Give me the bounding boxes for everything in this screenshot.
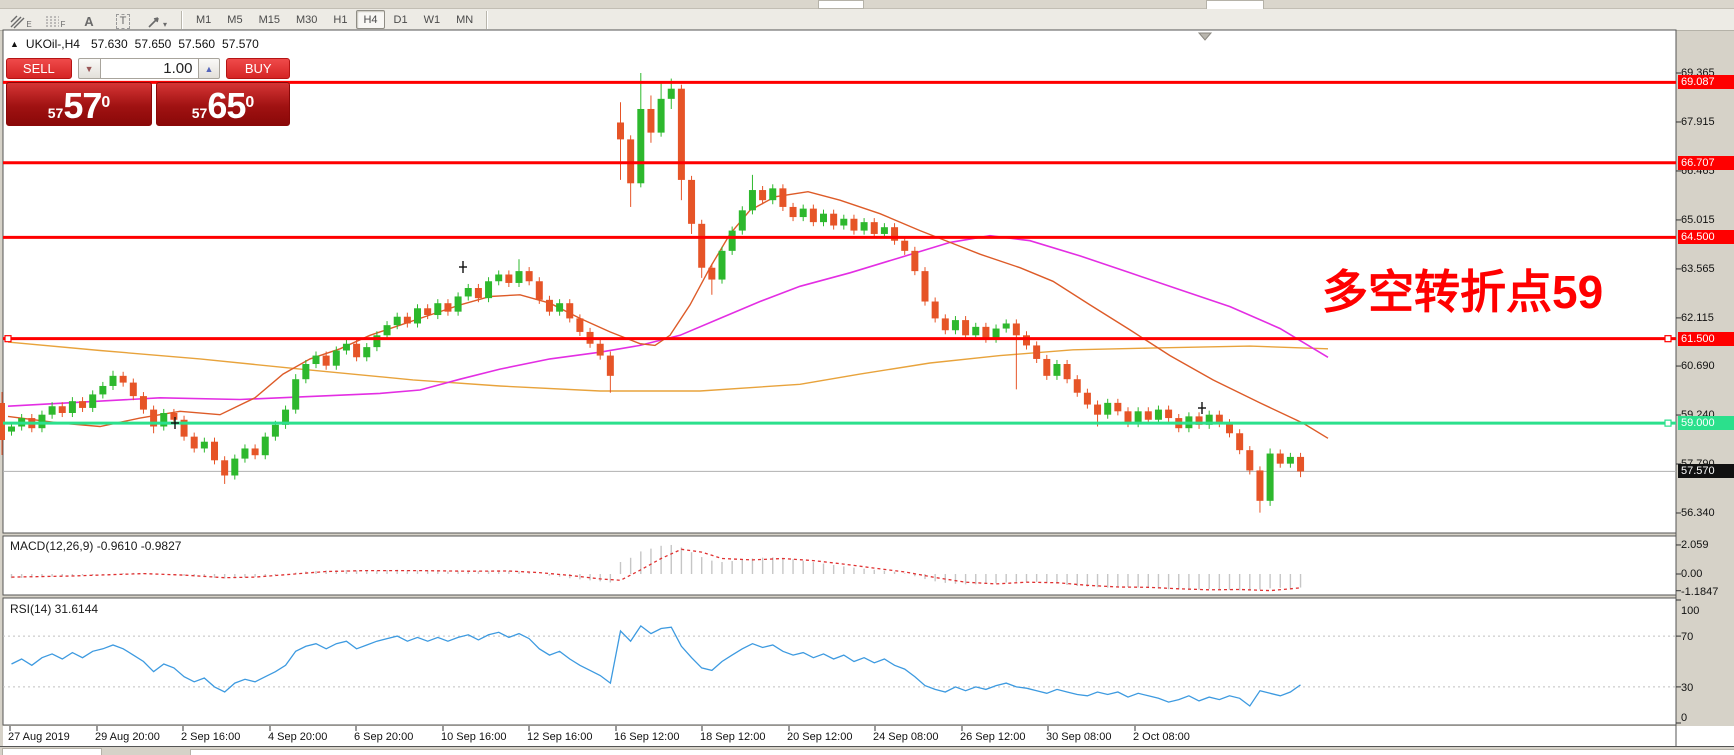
x-axis-date-label: 27 Aug 2019: [8, 731, 70, 743]
x-axis-date-label: 12 Sep 16:00: [527, 731, 592, 743]
collapse-triangle-icon[interactable]: ▲: [10, 39, 19, 49]
price-level-badge: 61.500: [1678, 332, 1734, 346]
macd-scale-label: 0.00: [1681, 568, 1702, 580]
buy-price-prefix: 57: [192, 103, 208, 123]
x-axis-date-label: 20 Sep 12:00: [787, 731, 852, 743]
x-axis-date-label: 2 Sep 16:00: [181, 731, 240, 743]
x-axis-date-label: 29 Aug 20:00: [95, 731, 160, 743]
rsi-scale-label: 30: [1681, 682, 1693, 694]
ohlc-high: 57.650: [135, 37, 172, 51]
sell-price-big: 57: [63, 89, 101, 123]
buy-price-big: 65: [207, 89, 245, 123]
x-axis-date-label: 24 Sep 08:00: [873, 731, 938, 743]
rsi-indicator-label: RSI(14) 31.6144: [10, 602, 98, 616]
quantity-input[interactable]: [101, 58, 198, 79]
rsi-scale-label: 70: [1681, 631, 1693, 643]
current-price-badge: 57.570: [1678, 464, 1734, 478]
bottom-strip-box[interactable]: [190, 749, 1734, 755]
symbol-header: ▲ UKOil-,H4 57.630 57.650 57.560 57.570: [10, 37, 259, 51]
line-handle[interactable]: [1665, 336, 1671, 342]
x-axis-date-label: 6 Sep 20:00: [354, 731, 413, 743]
quantity-increase-button[interactable]: ▲: [198, 58, 221, 79]
macd-scale-label: -1.1847: [1681, 586, 1718, 598]
one-click-trade-panel: SELL ▼ ▲ BUY 57570 57650: [6, 58, 290, 79]
sell-price-prefix: 57: [48, 103, 64, 123]
rsi-scale-label: 0: [1681, 712, 1687, 724]
price-level-badge: 59.000: [1678, 416, 1734, 430]
rsi-panel[interactable]: [3, 598, 1676, 725]
macd-indicator-label: MACD(12,26,9) -0.9610 -0.9827: [10, 539, 181, 553]
x-axis-date-label: 18 Sep 12:00: [700, 731, 765, 743]
price-tick-label: 56.340: [1681, 507, 1715, 519]
ohlc-close: 57.570: [222, 37, 259, 51]
x-axis-date-label: 16 Sep 12:00: [614, 731, 679, 743]
quantity-decrease-button[interactable]: ▼: [78, 58, 101, 79]
x-axis-date-label: 10 Sep 16:00: [441, 731, 506, 743]
bottom-strip-box[interactable]: [2, 748, 102, 755]
symbol-title: UKOil-,H4: [26, 37, 80, 51]
line-handle[interactable]: [5, 336, 11, 342]
trading-platform-window: EFAT▾ M1M5M15M30H1H4D1W1MN ▲ UKOil-,H4 5…: [0, 0, 1734, 755]
sell-price-display[interactable]: 57570: [6, 82, 152, 126]
chart-annotation-text[interactable]: 多空转折点59: [1322, 256, 1603, 322]
line-handle[interactable]: [1665, 420, 1671, 426]
price-tick-label: 63.565: [1681, 263, 1715, 275]
buy-price-display[interactable]: 57650: [156, 82, 290, 126]
rsi-scale-label: 100: [1681, 605, 1699, 617]
x-axis-date-label: 26 Sep 12:00: [960, 731, 1025, 743]
price-tick-label: 67.915: [1681, 116, 1715, 128]
caret-up-icon: ▲: [204, 64, 213, 74]
date-strip: [3, 726, 1734, 746]
ohlc-low: 57.560: [178, 37, 215, 51]
caret-down-icon: ▼: [85, 64, 94, 74]
price-tick-label: 62.115: [1681, 312, 1714, 324]
x-axis-date-label: 4 Sep 20:00: [268, 731, 327, 743]
price-level-badge: 64.500: [1678, 230, 1734, 244]
sell-price-sup: 0: [101, 83, 110, 123]
macd-panel[interactable]: [3, 536, 1676, 595]
price-tick-label: 65.015: [1681, 214, 1715, 226]
sell-button[interactable]: SELL: [6, 58, 72, 79]
price-level-badge: 66.707: [1678, 156, 1734, 170]
price-tick-label: 60.690: [1681, 360, 1715, 372]
x-axis-date-label: 2 Oct 08:00: [1133, 731, 1190, 743]
buy-button[interactable]: BUY: [226, 58, 290, 79]
ohlc-open: 57.630: [91, 37, 128, 51]
price-level-badge: 69.087: [1678, 75, 1734, 89]
bottom-window-chrome: [0, 747, 1734, 755]
buy-price-sup: 0: [245, 83, 254, 123]
x-axis-date-label: 30 Sep 08:00: [1046, 731, 1111, 743]
macd-scale-label: 2.059: [1681, 539, 1709, 551]
